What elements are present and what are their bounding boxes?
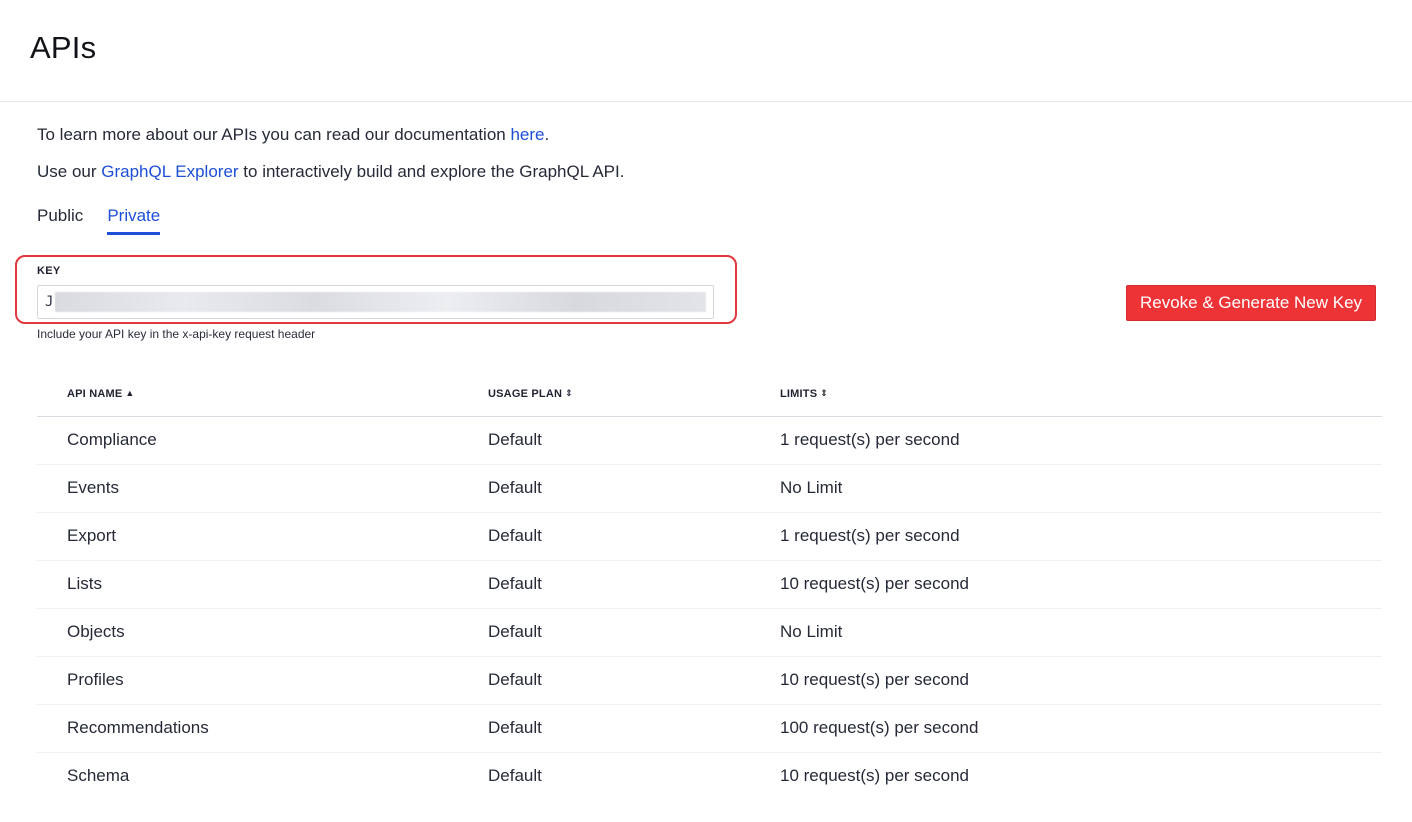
api-name-cell: Schema <box>67 766 130 786</box>
explorer-info-suffix: to interactively build and explore the G… <box>238 162 625 181</box>
column-header-label: USAGE PLAN <box>488 387 563 400</box>
tab-public[interactable]: Public <box>37 206 83 235</box>
page-title: APIs <box>30 30 97 65</box>
limits-cell: 1 request(s) per second <box>780 512 1382 561</box>
docs-info-line: To learn more about our APIs you can rea… <box>37 125 549 145</box>
sort-both-icon: ⇕ <box>820 387 829 398</box>
table-row: Compliance Default 1 request(s) per seco… <box>37 416 1382 465</box>
table-header-row: API NAME ▲ USAGE PLAN ⇕ LIMITS ⇕ <box>37 372 1382 417</box>
api-table: API NAME ▲ USAGE PLAN ⇕ LIMITS ⇕ Compliance… <box>37 372 1382 800</box>
usage-plan-cell: Default <box>488 512 780 561</box>
column-header-label: LIMITS <box>780 387 818 400</box>
table-row: Schema Default 10 request(s) per second <box>37 752 1382 800</box>
explorer-info-prefix: Use our <box>37 162 102 181</box>
table-row: Export Default 1 request(s) per second <box>37 512 1382 561</box>
graphql-explorer-link[interactable]: GraphQL Explorer <box>101 162 238 181</box>
usage-plan-cell: Default <box>488 464 780 513</box>
tab-private[interactable]: Private <box>107 206 161 235</box>
limits-cell: No Limit <box>780 464 1382 513</box>
table-row: Recommendations Default 100 request(s) p… <box>37 704 1382 753</box>
docs-info-text: To learn more about our APIs you can rea… <box>37 125 511 144</box>
table-row: Objects Default No Limit <box>37 608 1382 657</box>
api-name-cell: Export <box>37 512 488 561</box>
usage-plan-cell: Default <box>488 608 780 657</box>
column-header-limits[interactable]: LIMITS ⇕ <box>780 372 1382 417</box>
limits-cell: 1 request(s) per second <box>780 416 1382 465</box>
api-name-cell: Compliance <box>37 416 488 465</box>
usage-plan-cell: Default <box>488 656 780 705</box>
table-row: Profiles Default 10 request(s) per secon… <box>37 656 1382 705</box>
api-name-cell: Objects <box>37 608 488 657</box>
docs-info-suffix: . <box>544 125 550 144</box>
revoke-generate-key-button[interactable]: Revoke & Generate New Key <box>1126 285 1376 321</box>
usage-plan-cell: Default <box>488 416 780 465</box>
table-row: Lists Default 10 request(s) per second <box>37 560 1382 609</box>
usage-plan-cell: Default <box>488 766 542 786</box>
key-label: KEY <box>37 265 61 277</box>
limits-cell: 10 request(s) per second <box>780 560 1382 609</box>
sort-both-icon: ⇕ <box>565 387 573 398</box>
sort-ascending-icon: ▲ <box>125 387 135 398</box>
explorer-info-line: Use our GraphQL Explorer to interactivel… <box>37 162 624 182</box>
api-name-cell: Lists <box>37 560 488 609</box>
column-header-api-name[interactable]: API NAME ▲ <box>37 372 488 417</box>
limits-cell: 100 request(s) per second <box>780 704 1382 753</box>
usage-plan-cell: Default <box>488 560 780 609</box>
table-row: Events Default No Limit <box>37 464 1382 513</box>
limits-cell: 10 request(s) per second <box>780 766 969 786</box>
api-key-redacted-value <box>55 292 706 312</box>
limits-cell: No Limit <box>780 608 1382 657</box>
key-hint: Include your API key in the x-api-key re… <box>37 327 316 341</box>
api-key-field[interactable]: J <box>37 285 714 319</box>
api-name-cell: Profiles <box>37 656 488 705</box>
key-type-tabs: Public Private <box>37 206 161 235</box>
docs-link[interactable]: here <box>510 125 544 144</box>
column-header-usage-plan[interactable]: USAGE PLAN ⇕ <box>488 372 780 417</box>
usage-plan-cell: Default <box>488 704 780 753</box>
api-key-visible-prefix: J <box>45 294 54 310</box>
api-name-cell: Recommendations <box>37 704 488 753</box>
limits-cell: 10 request(s) per second <box>780 656 1382 705</box>
api-name-cell: Events <box>37 464 488 513</box>
column-header-label: API NAME <box>67 387 123 400</box>
page-header: APIs <box>0 0 1412 102</box>
